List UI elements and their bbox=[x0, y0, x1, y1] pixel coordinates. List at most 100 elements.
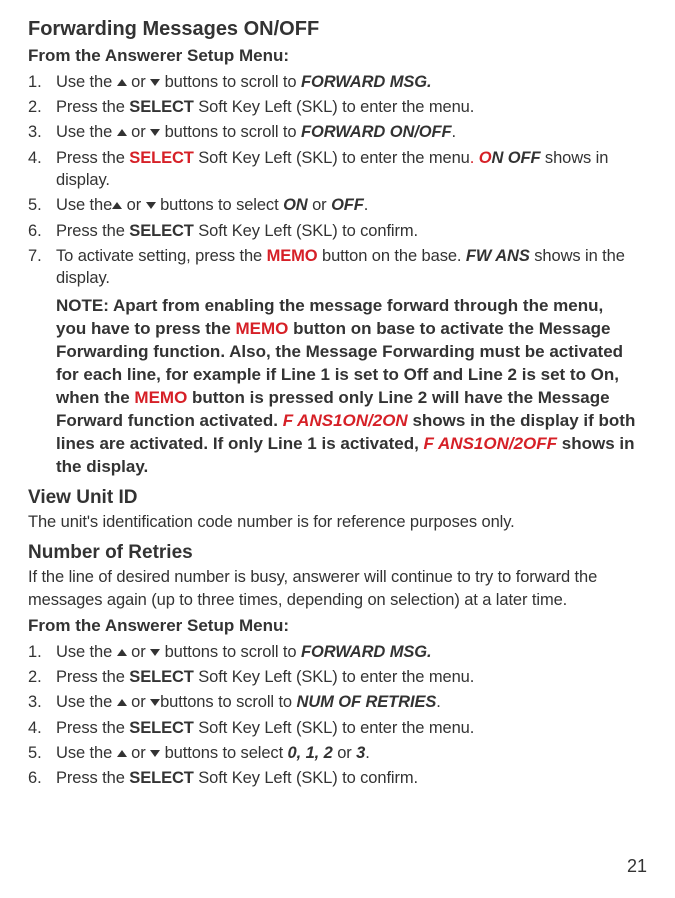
down-arrow-icon bbox=[150, 699, 160, 706]
step-num: 2. bbox=[28, 666, 42, 688]
target-label: FORWARD ON/OFF bbox=[301, 123, 451, 141]
key-label: SELECT bbox=[129, 222, 194, 240]
step-text: or bbox=[308, 196, 331, 214]
step-1-7: 7. To activate setting, press the MEMO b… bbox=[28, 245, 647, 290]
step-num: 7. bbox=[28, 245, 42, 267]
section-title-viewunit: View Unit ID bbox=[28, 485, 647, 511]
key-label: SELECT bbox=[129, 769, 194, 787]
down-arrow-icon bbox=[146, 202, 156, 209]
step-2-2: 2. Press the SELECT Soft Key Left (SKL) … bbox=[28, 666, 647, 688]
section-title-forwarding: Forwarding Messages ON/OFF bbox=[28, 16, 647, 43]
step-text: To activate setting, press the bbox=[56, 247, 267, 265]
step-text: Use the bbox=[56, 196, 112, 214]
note-red: MEMO bbox=[236, 319, 289, 338]
step-text: Press the bbox=[56, 719, 129, 737]
key-label: SELECT bbox=[129, 149, 194, 167]
step-text: or bbox=[333, 744, 356, 762]
target-label: FORWARD MSG. bbox=[301, 73, 432, 91]
step-2-1: 1. Use the or buttons to scroll to FORWA… bbox=[28, 641, 647, 663]
up-arrow-icon bbox=[117, 699, 127, 706]
key-label: SELECT bbox=[129, 668, 194, 686]
section-body-retries: If the line of desired number is busy, a… bbox=[28, 566, 647, 611]
step-1-6: 6. Press the SELECT Soft Key Left (SKL) … bbox=[28, 220, 647, 242]
step-text: buttons to scroll to bbox=[160, 123, 301, 141]
up-arrow-icon bbox=[117, 79, 127, 86]
key-label: SELECT bbox=[129, 719, 194, 737]
page-number: 21 bbox=[627, 854, 647, 878]
red-dot: . bbox=[470, 149, 479, 167]
display-label: O bbox=[479, 149, 492, 167]
step-text: Soft Key Left (SKL) to enter the menu. bbox=[194, 719, 474, 737]
step-text: Press the bbox=[56, 769, 129, 787]
step-text: Press the bbox=[56, 149, 129, 167]
up-arrow-icon bbox=[117, 750, 127, 757]
step-num: 5. bbox=[28, 194, 42, 216]
target-label: 0, 1, 2 bbox=[288, 744, 333, 762]
step-1-4: 4. Press the SELECT Soft Key Left (SKL) … bbox=[28, 147, 647, 192]
target-label: NUM OF RETRIES bbox=[297, 693, 437, 711]
up-arrow-icon bbox=[117, 129, 127, 136]
step-text: or bbox=[127, 693, 150, 711]
step-num: 1. bbox=[28, 71, 42, 93]
step-text: buttons to scroll to bbox=[160, 73, 301, 91]
section-subtitle-1: From the Answerer Setup Menu: bbox=[28, 45, 647, 68]
step-text: Use the bbox=[56, 123, 117, 141]
note-red: MEMO bbox=[134, 388, 187, 407]
step-text: Soft Key Left (SKL) to enter the menu. bbox=[194, 98, 474, 116]
step-text: Soft Key Left (SKL) to enter the menu bbox=[194, 149, 470, 167]
key-label: SELECT bbox=[129, 98, 194, 116]
step-text: Soft Key Left (SKL) to enter the menu. bbox=[194, 668, 474, 686]
step-num: 6. bbox=[28, 220, 42, 242]
step-text: Soft Key Left (SKL) to confirm. bbox=[194, 222, 418, 240]
step-text: buttons to select bbox=[156, 196, 283, 214]
step-num: 6. bbox=[28, 767, 42, 789]
up-arrow-icon bbox=[112, 202, 122, 209]
up-arrow-icon bbox=[117, 649, 127, 656]
step-1-2: 2. Press the SELECT Soft Key Left (SKL) … bbox=[28, 96, 647, 118]
step-text: . bbox=[451, 123, 455, 141]
target-label: FORWARD MSG. bbox=[301, 643, 432, 661]
down-arrow-icon bbox=[150, 79, 160, 86]
note-red: F ANS1ON/2OFF bbox=[424, 434, 558, 453]
steps-list-2: 1. Use the or buttons to scroll to FORWA… bbox=[28, 641, 647, 790]
step-text: Use the bbox=[56, 693, 117, 711]
step-text: . bbox=[436, 693, 440, 711]
steps-list-1: 1. Use the or buttons to scroll to FORWA… bbox=[28, 71, 647, 289]
step-text: or bbox=[127, 643, 150, 661]
step-num: 2. bbox=[28, 96, 42, 118]
key-label: MEMO bbox=[267, 247, 318, 265]
step-1-5: 5. Use the or buttons to select ON or OF… bbox=[28, 194, 647, 216]
step-text: buttons to scroll to bbox=[160, 643, 301, 661]
note-block: NOTE: Apart from enabling the message fo… bbox=[28, 295, 647, 479]
step-1-3: 3. Use the or buttons to scroll to FORWA… bbox=[28, 121, 647, 143]
step-text: or bbox=[127, 73, 150, 91]
step-text: Press the bbox=[56, 98, 129, 116]
step-num: 3. bbox=[28, 121, 42, 143]
step-num: 4. bbox=[28, 717, 42, 739]
step-2-6: 6. Press the SELECT Soft Key Left (SKL) … bbox=[28, 767, 647, 789]
section-title-retries: Number of Retries bbox=[28, 540, 647, 566]
target-label: 3 bbox=[356, 744, 365, 762]
target-label: ON bbox=[283, 196, 308, 214]
step-1-1: 1. Use the or buttons to scroll to FORWA… bbox=[28, 71, 647, 93]
section-subtitle-2: From the Answerer Setup Menu: bbox=[28, 615, 647, 638]
step-2-3: 3. Use the or buttons to scroll to NUM O… bbox=[28, 691, 647, 713]
step-num: 4. bbox=[28, 147, 42, 169]
section-body-viewunit: The unit's identification code number is… bbox=[28, 511, 647, 533]
step-num: 1. bbox=[28, 641, 42, 663]
step-text: . bbox=[364, 196, 368, 214]
step-text: Press the bbox=[56, 222, 129, 240]
display-label: FW ANS bbox=[466, 247, 530, 265]
step-text: Use the bbox=[56, 744, 117, 762]
step-text: or bbox=[127, 123, 150, 141]
down-arrow-icon bbox=[150, 129, 160, 136]
step-2-4: 4. Press the SELECT Soft Key Left (SKL) … bbox=[28, 717, 647, 739]
target-label: OFF bbox=[331, 196, 364, 214]
step-text: Soft Key Left (SKL) to confirm. bbox=[194, 769, 418, 787]
step-text: buttons to scroll to bbox=[160, 693, 296, 711]
step-text: buttons to select bbox=[160, 744, 287, 762]
display-label: N OFF bbox=[491, 149, 540, 167]
step-text: or bbox=[127, 744, 150, 762]
step-text: . bbox=[365, 744, 369, 762]
step-num: 3. bbox=[28, 691, 42, 713]
